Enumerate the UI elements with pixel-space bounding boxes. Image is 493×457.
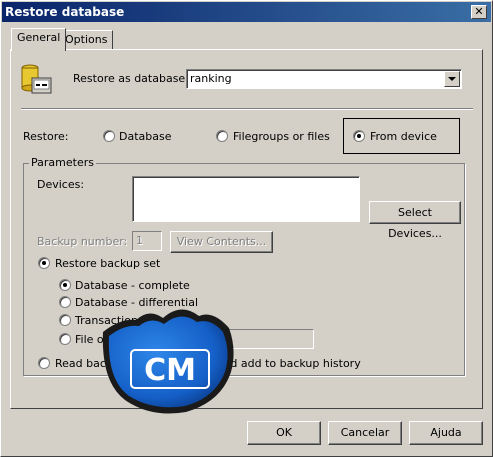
top-separator: [21, 108, 473, 110]
restore-filegroups-label[interactable]: Filegroups or files: [233, 130, 330, 143]
restore-as-combo[interactable]: ranking: [186, 69, 462, 89]
restore-as-label: Restore as database:: [73, 72, 189, 85]
restore-as-value: ranking: [190, 72, 232, 85]
restore-backup-set-radio[interactable]: [38, 257, 50, 269]
backup-number-label: Backup number:: [37, 235, 128, 248]
backup-number-field[interactable]: 1: [132, 231, 162, 251]
ok-button[interactable]: OK: [247, 421, 321, 445]
watermark-logo: CM: [102, 309, 234, 414]
cancel-button[interactable]: Cancelar: [328, 421, 402, 445]
watermark-text: CM: [144, 353, 196, 388]
close-icon[interactable]: ✕: [471, 5, 487, 19]
devices-label: Devices:: [37, 178, 85, 191]
database-differential-radio[interactable]: [59, 296, 71, 308]
restore-database-radio[interactable]: [103, 130, 115, 142]
view-contents-button[interactable]: View Contents...: [170, 231, 273, 253]
restore-database-label[interactable]: Database: [119, 130, 172, 143]
parameters-caption: Parameters: [29, 156, 96, 169]
devices-list[interactable]: [132, 176, 360, 222]
help-button[interactable]: Ajuda: [409, 421, 483, 445]
select-devices-button[interactable]: Select Devices...: [369, 201, 461, 240]
restore-from-device-label[interactable]: From device: [370, 130, 437, 143]
title-bar: Restore database ✕: [2, 2, 491, 22]
restore-backup-set-label[interactable]: Restore backup set: [55, 257, 160, 270]
restore-label: Restore:: [23, 130, 69, 143]
database-icon: [21, 64, 52, 94]
window-title: Restore database: [5, 5, 125, 19]
restore-from-device-radio[interactable]: [353, 130, 365, 142]
file-or-filegroup-radio[interactable]: [59, 333, 71, 345]
tab-general-label: General: [17, 31, 61, 44]
tab-options[interactable]: Options: [59, 30, 114, 50]
transaction-log-radio[interactable]: [59, 314, 71, 326]
restore-database-dialog: Restore database ✕ General Options Resto…: [0, 0, 493, 457]
chevron-down-icon[interactable]: [444, 71, 460, 87]
read-backup-set-radio[interactable]: [38, 357, 50, 369]
general-tab-panel: Restore as database: ranking Restore: Da…: [10, 49, 483, 414]
tab-general[interactable]: General: [11, 28, 67, 51]
restore-filegroups-radio[interactable]: [216, 130, 228, 142]
database-complete-radio[interactable]: [59, 279, 71, 291]
backup-number-value: 1: [136, 234, 143, 247]
tab-options-label: Options: [65, 33, 108, 46]
